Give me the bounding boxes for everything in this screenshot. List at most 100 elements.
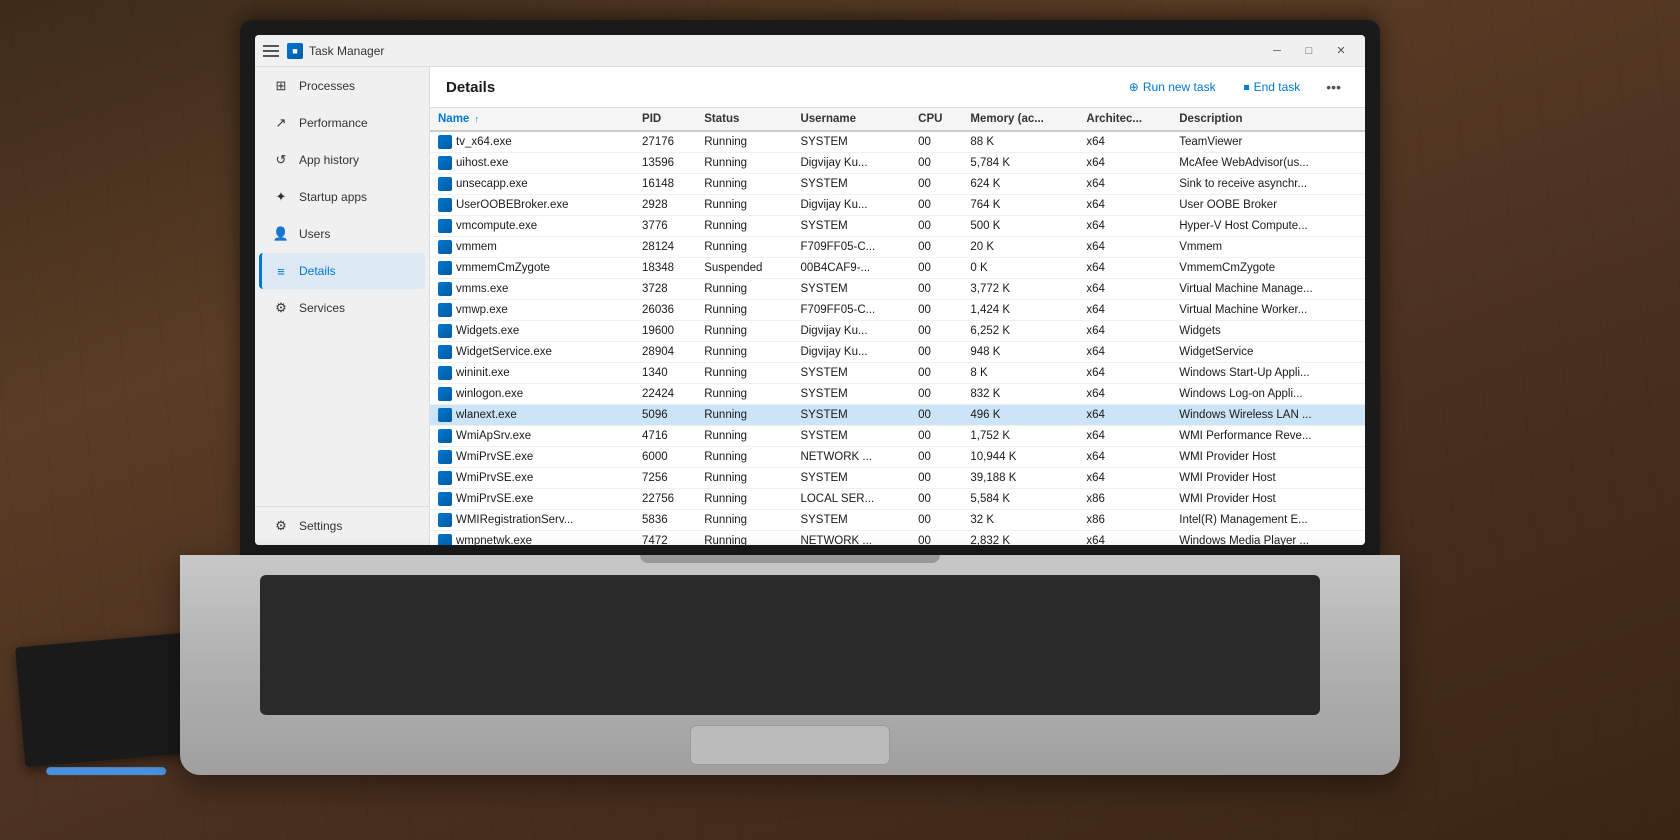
table-row[interactable]: wininit.exe1340RunningSYSTEM008 Kx64Wind… <box>430 363 1365 384</box>
col-header-status[interactable]: Status <box>696 108 792 131</box>
table-row[interactable]: uihost.exe13596RunningDigvijay Ku...005,… <box>430 153 1365 174</box>
proc-pid: 18348 <box>634 258 696 279</box>
sidebar-item-startup-apps[interactable]: ✦ Startup apps <box>259 179 425 215</box>
sidebar: ⊞ Processes ↗ Performance ↺ App history … <box>255 67 430 545</box>
proc-icon <box>438 345 452 359</box>
table-header: Name ↑PIDStatusUsernameCPUMemory (ac...A… <box>430 108 1365 131</box>
proc-status: Running <box>696 216 792 237</box>
run-new-task-button[interactable]: ⊕ Run new task <box>1119 76 1226 98</box>
sidebar-item-performance[interactable]: ↗ Performance <box>259 105 425 141</box>
proc-description: User OOBE Broker <box>1171 195 1365 216</box>
end-task-label: End task <box>1254 80 1301 94</box>
hamburger-icon[interactable] <box>263 43 279 59</box>
end-task-button[interactable]: ⏹ End task <box>1234 76 1311 99</box>
proc-pid: 28904 <box>634 342 696 363</box>
proc-description: Windows Media Player ... <box>1171 531 1365 546</box>
proc-username: SYSTEM <box>792 174 910 195</box>
proc-arch: x86 <box>1078 489 1171 510</box>
proc-memory: 832 K <box>962 384 1078 405</box>
table-row[interactable]: vmcompute.exe3776RunningSYSTEM00500 Kx64… <box>430 216 1365 237</box>
col-header-arch[interactable]: Architec... <box>1078 108 1171 131</box>
proc-username: NETWORK ... <box>792 531 910 546</box>
table-row[interactable]: winlogon.exe22424RunningSYSTEM00832 Kx64… <box>430 384 1365 405</box>
processes-icon: ⊞ <box>273 78 289 94</box>
table-row[interactable]: WmiPrvSE.exe7256RunningSYSTEM0039,188 Kx… <box>430 468 1365 489</box>
col-header-cpu[interactable]: CPU <box>910 108 962 131</box>
process-table: Name ↑PIDStatusUsernameCPUMemory (ac...A… <box>430 108 1365 545</box>
window-title: Task Manager <box>309 44 1261 58</box>
table-row[interactable]: WmiPrvSE.exe22756RunningLOCAL SER...005,… <box>430 489 1365 510</box>
proc-pid: 7472 <box>634 531 696 546</box>
table-row[interactable]: unsecapp.exe16148RunningSYSTEM00624 Kx64… <box>430 174 1365 195</box>
table-row[interactable]: UserOOBEBroker.exe2928RunningDigvijay Ku… <box>430 195 1365 216</box>
table-row[interactable]: Widgets.exe19600RunningDigvijay Ku...006… <box>430 321 1365 342</box>
proc-icon <box>438 177 452 191</box>
proc-pid: 26036 <box>634 300 696 321</box>
sidebar-item-details[interactable]: ≡ Details <box>259 253 425 289</box>
table-row[interactable]: tv_x64.exe27176RunningSYSTEM0088 Kx64Tea… <box>430 131 1365 153</box>
proc-name: vmmem <box>430 237 634 257</box>
proc-memory: 5,584 K <box>962 489 1078 510</box>
table-row[interactable]: wmpnetwk.exe7472RunningNETWORK ...002,83… <box>430 531 1365 546</box>
proc-icon <box>438 219 452 233</box>
process-table-container[interactable]: Name ↑PIDStatusUsernameCPUMemory (ac...A… <box>430 108 1365 545</box>
proc-icon <box>438 450 452 464</box>
proc-cpu: 00 <box>910 216 962 237</box>
col-header-name[interactable]: Name ↑ <box>430 108 634 131</box>
sidebar-item-users[interactable]: 👤 Users <box>259 216 425 252</box>
proc-status: Running <box>696 468 792 489</box>
proc-pid: 5836 <box>634 510 696 531</box>
proc-icon <box>438 387 452 401</box>
table-row[interactable]: vmwp.exe26036RunningF709FF05-C...001,424… <box>430 300 1365 321</box>
proc-username: SYSTEM <box>792 405 910 426</box>
col-header-username[interactable]: Username <box>792 108 910 131</box>
col-header-description[interactable]: Description <box>1171 108 1365 131</box>
sidebar-item-app-history[interactable]: ↺ App history <box>259 142 425 178</box>
table-row[interactable]: wlanext.exe5096RunningSYSTEM00496 Kx64Wi… <box>430 405 1365 426</box>
proc-username: Digvijay Ku... <box>792 342 910 363</box>
proc-description: VmmemCmZygote <box>1171 258 1365 279</box>
proc-memory: 624 K <box>962 174 1078 195</box>
table-row[interactable]: WmiApSrv.exe4716RunningSYSTEM001,752 Kx6… <box>430 426 1365 447</box>
table-row[interactable]: WidgetService.exe28904RunningDigvijay Ku… <box>430 342 1365 363</box>
proc-status: Running <box>696 342 792 363</box>
proc-pid: 7256 <box>634 468 696 489</box>
proc-username: Digvijay Ku... <box>792 153 910 174</box>
proc-status: Running <box>696 447 792 468</box>
col-header-memory[interactable]: Memory (ac... <box>962 108 1078 131</box>
details-header: Details ⊕ Run new task ⏹ End task <box>430 67 1365 108</box>
touchpad[interactable] <box>690 725 890 765</box>
proc-memory: 6,252 K <box>962 321 1078 342</box>
maximize-button[interactable]: □ <box>1293 37 1325 65</box>
proc-arch: x64 <box>1078 174 1171 195</box>
proc-cpu: 00 <box>910 426 962 447</box>
sidebar-item-settings[interactable]: ⚙ Settings <box>259 508 425 544</box>
proc-status: Running <box>696 237 792 258</box>
close-button[interactable]: ✕ <box>1325 37 1357 65</box>
proc-arch: x64 <box>1078 237 1171 258</box>
proc-arch: x64 <box>1078 447 1171 468</box>
services-icon: ⚙ <box>273 300 289 316</box>
col-header-pid[interactable]: PID <box>634 108 696 131</box>
proc-description: Hyper-V Host Compute... <box>1171 216 1365 237</box>
table-row[interactable]: vmmemCmZygote18348Suspended00B4CAF9-...0… <box>430 258 1365 279</box>
proc-arch: x64 <box>1078 279 1171 300</box>
proc-status: Running <box>696 426 792 447</box>
proc-cpu: 00 <box>910 405 962 426</box>
proc-icon <box>438 471 452 485</box>
minimize-button[interactable]: ─ <box>1261 37 1293 65</box>
table-row[interactable]: WMIRegistrationServ...5836RunningSYSTEM0… <box>430 510 1365 531</box>
sidebar-item-services[interactable]: ⚙ Services <box>259 290 425 326</box>
proc-description: Sink to receive asynchr... <box>1171 174 1365 195</box>
more-options-button[interactable]: ••• <box>1318 75 1349 99</box>
proc-pid: 16148 <box>634 174 696 195</box>
proc-memory: 10,944 K <box>962 447 1078 468</box>
table-row[interactable]: vmmem28124RunningF709FF05-C...0020 Kx64V… <box>430 237 1365 258</box>
proc-description: WMI Provider Host <box>1171 447 1365 468</box>
proc-arch: x64 <box>1078 384 1171 405</box>
proc-pid: 1340 <box>634 363 696 384</box>
sidebar-item-processes[interactable]: ⊞ Processes <box>259 68 425 104</box>
table-row[interactable]: WmiPrvSE.exe6000RunningNETWORK ...0010,9… <box>430 447 1365 468</box>
proc-pid: 13596 <box>634 153 696 174</box>
table-row[interactable]: vmms.exe3728RunningSYSTEM003,772 Kx64Vir… <box>430 279 1365 300</box>
